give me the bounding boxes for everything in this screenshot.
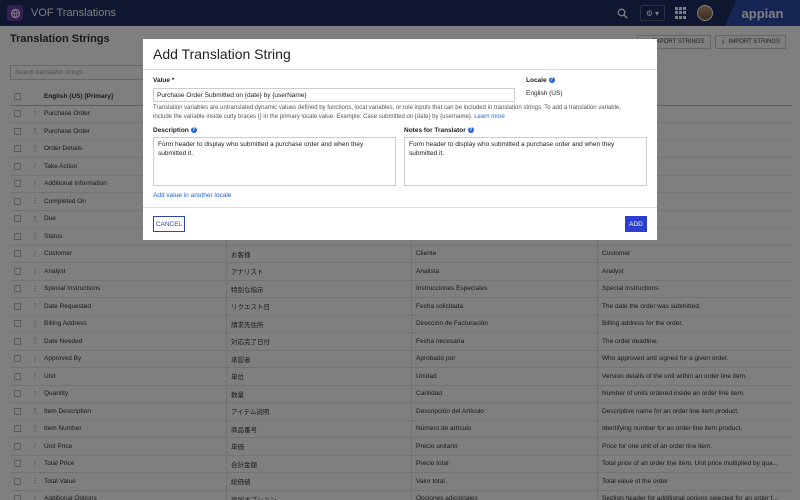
description-label-wrap: Description?: [153, 127, 197, 134]
add-button[interactable]: ADD: [625, 216, 647, 232]
locale-label-wrap: Locale?: [526, 77, 555, 84]
notes-label-wrap: Notes for Translator?: [404, 127, 474, 134]
locale-value: English (US): [526, 90, 563, 97]
help-icon[interactable]: ?: [467, 127, 474, 134]
value-label: Value *: [153, 77, 175, 84]
help-icon[interactable]: ?: [190, 127, 197, 134]
description-textarea[interactable]: Form header to display who submitted a p…: [153, 137, 396, 186]
value-input[interactable]: Purchase Order Submitted on {date} by {u…: [153, 88, 515, 102]
translation-variables-help: Translation variables are untranslated d…: [153, 105, 621, 120]
notes-textarea[interactable]: Form header to display who submitted a p…: [404, 137, 647, 186]
add-translation-dialog: Add Translation String Value * Purchase …: [143, 39, 657, 240]
learn-more-link[interactable]: Learn more: [474, 114, 505, 120]
cancel-button[interactable]: CANCEL: [153, 216, 185, 232]
help-icon[interactable]: ?: [548, 77, 555, 84]
dialog-title: Add Translation String: [153, 46, 291, 62]
add-locale-link[interactable]: Add value in another locale: [153, 192, 231, 199]
